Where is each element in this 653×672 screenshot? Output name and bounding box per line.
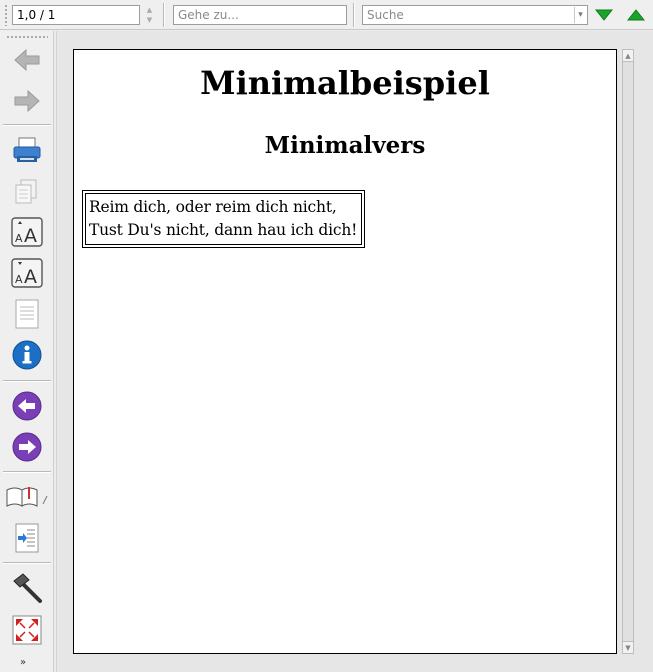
spin-down-icon[interactable]: ▼ bbox=[141, 15, 158, 25]
next-button[interactable] bbox=[9, 430, 45, 464]
toc-icon bbox=[15, 523, 39, 553]
zoom-out-icon: A A bbox=[11, 258, 43, 288]
svg-text:A: A bbox=[15, 232, 23, 245]
toolbar-separator bbox=[3, 380, 51, 382]
document-subtitle: Minimalvers bbox=[264, 132, 426, 159]
svg-text:A: A bbox=[24, 266, 37, 288]
copy-icon bbox=[15, 179, 37, 204]
scroll-down-icon[interactable]: ▼ bbox=[623, 641, 633, 653]
verse-inner-frame: Reim dich, oder reim dich nicht, Tust Du… bbox=[85, 193, 362, 245]
svg-text:A: A bbox=[15, 273, 23, 286]
page-view-button[interactable] bbox=[9, 297, 45, 331]
back-icon bbox=[14, 48, 40, 72]
copy-button[interactable] bbox=[9, 174, 45, 208]
previous-icon bbox=[12, 391, 42, 421]
fullscreen-icon bbox=[12, 615, 42, 645]
verse-box: Reim dich, oder reim dich nicht, Tust Du… bbox=[82, 190, 365, 248]
toolbar-separator bbox=[3, 562, 51, 564]
search-prev-button[interactable] bbox=[626, 6, 646, 24]
side-toolbar: A A A A » bbox=[0, 31, 54, 672]
goto-input[interactable] bbox=[173, 5, 347, 25]
zoom-out-button[interactable]: A A bbox=[9, 256, 45, 290]
build-hammer-icon bbox=[13, 573, 42, 603]
svg-text:A: A bbox=[24, 225, 37, 247]
zoom-in-icon: A A bbox=[11, 217, 43, 247]
top-toolbar: ▲ ▼ ▾ bbox=[0, 0, 653, 30]
info-icon bbox=[12, 340, 42, 370]
info-button[interactable] bbox=[9, 338, 45, 372]
document-view: Minimalbeispiel Minimalvers Reim dich, o… bbox=[56, 31, 653, 672]
forward-button[interactable] bbox=[9, 84, 45, 118]
vertical-scrollbar[interactable]: ▲ ▼ bbox=[622, 49, 634, 654]
search-next-button[interactable] bbox=[594, 6, 614, 24]
zoom-in-button[interactable]: A A bbox=[9, 215, 45, 249]
previous-button[interactable] bbox=[9, 389, 45, 423]
toolbar-separator bbox=[3, 471, 51, 473]
page-spinner[interactable]: ▲ ▼ bbox=[141, 5, 158, 25]
toolbar-grip[interactable] bbox=[4, 4, 8, 26]
toc-button[interactable] bbox=[9, 521, 45, 555]
fullscreen-button[interactable] bbox=[9, 613, 45, 647]
build-button[interactable] bbox=[9, 571, 45, 605]
page-number-input[interactable] bbox=[12, 5, 140, 25]
verse-line: Reim dich, oder reim dich nicht, bbox=[89, 198, 337, 216]
toolbar-grip[interactable] bbox=[6, 35, 48, 39]
document-title: Minimalbeispiel bbox=[200, 64, 490, 102]
print-button[interactable] bbox=[9, 133, 45, 167]
arrow-down-icon bbox=[595, 9, 613, 21]
verse-line: Tust Du's nicht, dann hau ich dich! bbox=[89, 221, 358, 239]
forward-icon bbox=[14, 89, 40, 113]
more-chevron-icon[interactable]: » bbox=[20, 657, 26, 668]
search-input[interactable] bbox=[362, 5, 588, 25]
spin-up-icon[interactable]: ▲ bbox=[141, 5, 158, 15]
arrow-up-icon bbox=[627, 9, 645, 21]
scroll-up-icon[interactable]: ▲ bbox=[623, 50, 633, 62]
print-icon bbox=[13, 137, 41, 162]
next-icon bbox=[12, 432, 42, 462]
page-icon bbox=[15, 299, 39, 329]
back-button[interactable] bbox=[9, 43, 45, 77]
toolbar-separator bbox=[353, 3, 355, 27]
document-page: Minimalbeispiel Minimalvers Reim dich, o… bbox=[73, 49, 617, 654]
bookmark-book-icon bbox=[6, 487, 48, 507]
toolbar-separator bbox=[3, 124, 51, 126]
bookmark-button[interactable] bbox=[4, 480, 50, 514]
search-options-icon[interactable]: ▾ bbox=[574, 7, 586, 23]
toolbar-separator bbox=[163, 3, 165, 27]
